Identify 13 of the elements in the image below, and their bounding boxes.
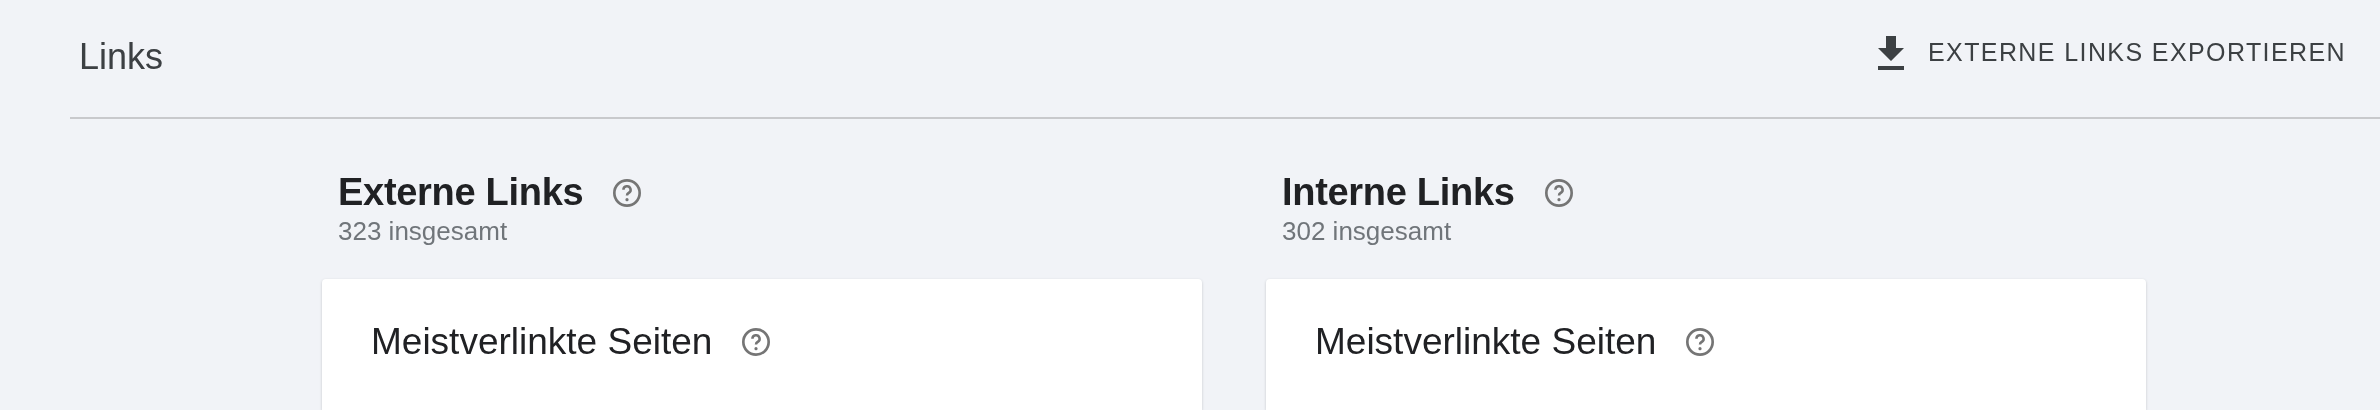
section-title: Interne Links [1282,171,1515,214]
total-count: 323 insgesamt [338,216,508,247]
help-icon[interactable] [740,326,773,358]
help-icon[interactable] [611,176,644,209]
help-icon[interactable] [1542,176,1575,209]
export-button[interactable]: EXTERNE LINKS EXPORTIEREN [1872,29,2350,76]
help-icon[interactable] [1684,326,1717,358]
total-count: 302 insgesamt [1282,216,1452,247]
card-title: Meistverlinkte Seiten [1315,321,1657,363]
card-title: Meistverlinkte Seiten [371,321,713,363]
page-title: Links [79,35,164,78]
download-icon [1876,35,1906,70]
section-title: Externe Links [338,171,584,214]
